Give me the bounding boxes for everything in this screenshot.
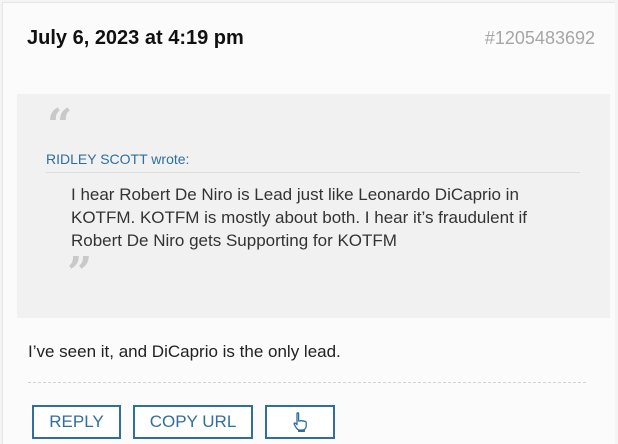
quote-author-line: RIDLEY SCOTT wrote: — [46, 151, 189, 167]
post-id-link[interactable]: #1205483692 — [485, 28, 595, 49]
comment-body: I’ve seen it, and DiCaprio is the only l… — [28, 342, 341, 361]
open-quote-icon: “ — [47, 100, 73, 151]
quote-divider — [46, 172, 580, 173]
quote-author-name[interactable]: RIDLEY SCOTT — [46, 151, 147, 167]
post-date: July 6, 2023 at 4:19 pm — [27, 27, 244, 49]
like-button[interactable] — [265, 405, 335, 439]
reply-button[interactable]: REPLY — [32, 405, 121, 439]
close-quote-icon: ” — [67, 248, 93, 299]
quote-wrote-label: wrote: — [151, 151, 190, 167]
thumbs-up-icon — [288, 410, 312, 434]
comment-post: July 6, 2023 at 4:19 pm #1205483692 “ RI… — [2, 2, 615, 444]
copy-url-button[interactable]: COPY URL — [133, 405, 253, 439]
quote-block: “ RIDLEY SCOTT wrote: I hear Robert De N… — [17, 94, 610, 318]
quote-text: I hear Robert De Niro is Lead just like … — [71, 185, 528, 250]
comment-divider — [28, 382, 586, 383]
